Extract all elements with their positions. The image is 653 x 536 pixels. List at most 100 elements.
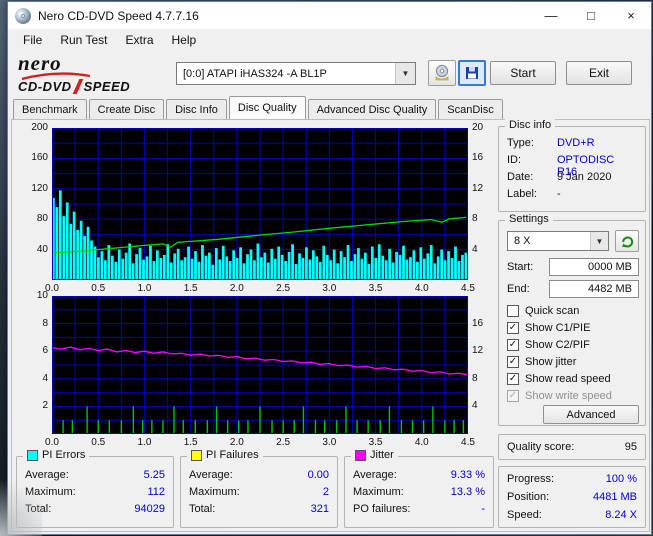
logo-cddvd-text: CD-DVD	[18, 79, 72, 94]
save-button[interactable]	[458, 60, 486, 86]
menu-file[interactable]: File	[14, 29, 51, 51]
axis-tick: 12	[472, 345, 484, 357]
tab-create-disc[interactable]: Create Disc	[88, 99, 165, 119]
menu-run-test[interactable]: Run Test	[51, 29, 116, 51]
checkbox-label: Show C2/PIF	[525, 339, 590, 351]
axis-tick: 1.0	[137, 283, 152, 294]
progress-label: Progress:	[507, 473, 555, 485]
checkbox-show-c2-pif[interactable]: ✓ Show C2/PIF	[507, 339, 590, 351]
pi-errors-title: PI Errors	[42, 449, 86, 461]
checkbox-label: Show write speed	[525, 390, 612, 402]
menu-extra[interactable]: Extra	[116, 29, 162, 51]
disc-label-value: -	[557, 188, 561, 200]
checkbox-label: Show jitter	[525, 356, 577, 368]
disc-label-label: Label:	[507, 188, 537, 200]
logo-cd-dvd-speed: CD-DVD SPEED	[18, 79, 130, 94]
axis-tick: 4	[472, 400, 478, 412]
maximize-button[interactable]: □	[571, 2, 611, 29]
axis-tick: 1.5	[183, 283, 198, 294]
stat-label: Maximum:	[353, 486, 404, 498]
jitter-legend-chip	[355, 449, 366, 461]
stat-value: 5.25	[143, 469, 165, 481]
stat-label: Average:	[25, 469, 69, 481]
axis-tick: 16	[472, 317, 484, 329]
end-label: End:	[507, 283, 530, 295]
pi-failures-panel: PI Failures Average: 0.00 Maximum: 2 Total…	[180, 449, 338, 528]
axis-tick: 4.5	[461, 283, 475, 294]
pi-failures-chart	[52, 296, 468, 434]
disc-date-label: Date:	[507, 171, 534, 183]
axis-tick: 2.5	[276, 437, 291, 448]
quality-score-value: 95	[624, 441, 637, 453]
axis-tick: 20	[472, 122, 484, 133]
axis-tick: 12	[472, 182, 484, 194]
settings-title: Settings	[509, 213, 549, 225]
checkbox-box	[507, 305, 519, 317]
drive-select[interactable]: [0:0] ATAPI iHAS324 -A BL1P ▼	[176, 62, 416, 85]
window-title: Nero CD-DVD Speed 4.7.7.16	[38, 8, 199, 23]
checkbox-quick-scan[interactable]: Quick scan	[507, 305, 579, 317]
close-button[interactable]: ×	[611, 2, 651, 29]
exit-button[interactable]: Exit	[566, 61, 632, 85]
nero-logo: nero CD-DVD SPEED	[18, 53, 168, 95]
stat-value: 94029	[134, 503, 165, 515]
stat-label: Total:	[189, 503, 216, 515]
stat-label: Total:	[25, 503, 52, 515]
tab-bar: Benchmark Create Disc Disc Info Disc Qua…	[8, 96, 651, 119]
stat-label: Average:	[189, 469, 233, 481]
advanced-button[interactable]: Advanced	[543, 405, 639, 424]
axis-tick: 200	[31, 122, 48, 133]
speed-select[interactable]: 8 X ▼	[507, 231, 609, 251]
menu-help[interactable]: Help	[163, 29, 206, 51]
stat-value: 321	[310, 503, 329, 515]
title-bar: Nero CD-DVD Speed 4.7.7.16 — □ ×	[8, 2, 651, 29]
axis-tick: 0.5	[91, 283, 106, 294]
disc-type-label: Type:	[507, 137, 534, 149]
axis-tick: 4.0	[414, 283, 429, 294]
stat-value: 112	[147, 486, 165, 498]
start-field[interactable]: 0000 MB	[549, 258, 639, 276]
axis-tick: 160	[31, 152, 48, 164]
pi-failures-legend-chip	[191, 449, 202, 461]
start-button[interactable]: Start	[490, 61, 556, 85]
disc-type-value: DVD+R	[557, 137, 595, 149]
speed-label: Speed:	[507, 509, 542, 521]
disc-hand-icon	[435, 64, 449, 81]
axis-tick: 4.0	[414, 437, 429, 448]
tab-disc-quality[interactable]: Disc Quality	[228, 96, 306, 119]
axis-tick: 4	[42, 372, 48, 384]
minimize-button[interactable]: —	[531, 2, 571, 29]
start-label: Start:	[507, 261, 534, 273]
progress-value: 100 %	[605, 473, 637, 485]
logo-speed-text: SPEED	[83, 79, 131, 94]
checkbox-box: ✓	[507, 390, 519, 402]
disc-info-panel: Disc info Type: DVD+R ID: OPTODISC R16 Dat…	[498, 119, 646, 212]
logo-slash-icon	[72, 79, 83, 94]
tab-benchmark[interactable]: Benchmark	[13, 99, 87, 119]
checkbox-show-c1-pie[interactable]: ✓ Show C1/PIE	[507, 322, 590, 334]
toolbar: nero CD-DVD SPEED [0:0] ATAPI iHAS324 -A…	[8, 51, 651, 97]
refresh-icon	[621, 235, 633, 247]
stat-value: -	[481, 503, 485, 515]
tab-advanced-disc-quality[interactable]: Advanced Disc Quality	[307, 99, 437, 119]
checkbox-box: ✓	[507, 373, 519, 385]
speed-select-value: 8 X	[514, 235, 531, 247]
window-controls: — □ ×	[531, 2, 651, 29]
tab-scandisc[interactable]: ScanDisc	[438, 99, 503, 119]
tab-disc-info[interactable]: Disc Info	[166, 99, 227, 119]
jitter-panel: Jitter Average: 9.33 % Maximum: 13.3 % PO …	[344, 449, 494, 528]
checkbox-show-read-speed[interactable]: ✓ Show read speed	[507, 373, 611, 385]
axis-tick: 8	[472, 213, 478, 225]
checkbox-label: Show C1/PIE	[525, 322, 591, 334]
progress-panel: Progress: 100 % Position: 4481 MB Speed: 8.…	[498, 466, 646, 528]
axis-tick: 4	[472, 243, 478, 255]
axis-tick: 3.5	[368, 437, 383, 448]
save-floppy-icon	[466, 67, 478, 79]
eject-disc-button[interactable]	[428, 60, 456, 86]
checkbox-show-jitter[interactable]: ✓ Show jitter	[507, 356, 576, 368]
axis-tick: 10	[36, 290, 48, 301]
pi-errors-legend-chip	[27, 449, 38, 461]
end-field[interactable]: 4482 MB	[549, 280, 639, 298]
refresh-button[interactable]	[615, 230, 639, 252]
axis-tick: 3.5	[368, 283, 383, 294]
